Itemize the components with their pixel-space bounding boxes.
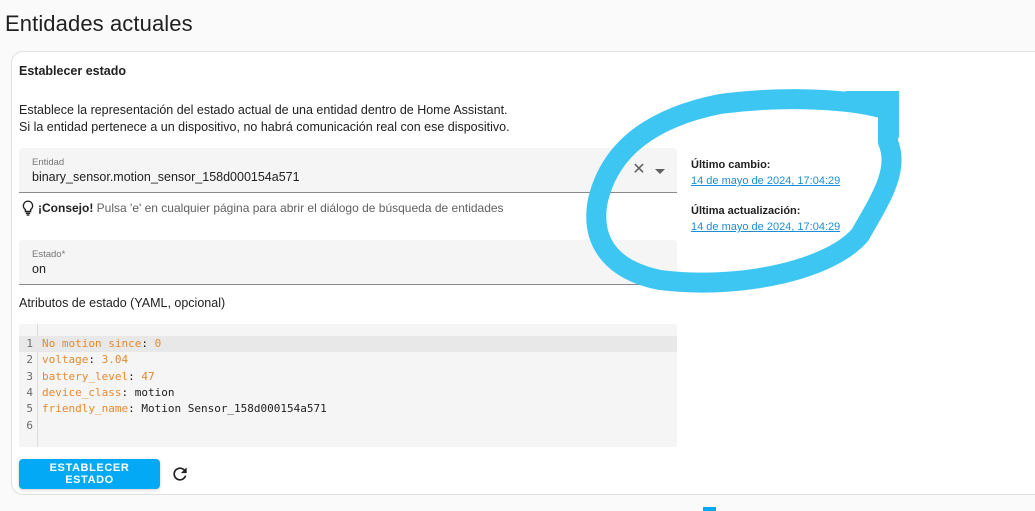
line-number: 5 bbox=[26, 402, 33, 416]
yaml-separator: : bbox=[88, 353, 102, 367]
yaml-value: 0 bbox=[154, 337, 162, 350]
refresh-button[interactable] bbox=[170, 464, 190, 484]
description-line-1: Establece la representación del estado a… bbox=[19, 103, 508, 117]
yaml-separator: : bbox=[121, 385, 135, 399]
yaml-key: voltage bbox=[42, 353, 89, 367]
clear-icon[interactable]: ✕ bbox=[631, 162, 647, 178]
yaml-line[interactable]: 2 voltage: 3.04 bbox=[19, 352, 677, 368]
yaml-editor[interactable]: 1 No motion since: 0 2 voltage: 3.04 3 batter… bbox=[19, 324, 677, 447]
yaml-value: 3.04 bbox=[101, 353, 129, 367]
line-number: 6 bbox=[26, 418, 33, 432]
yaml-key: battery_level bbox=[42, 369, 129, 383]
entity-picker[interactable]: Entidad binary_sensor.motion_sensor_158d… bbox=[19, 148, 677, 193]
yaml-line[interactable]: 1 No motion since: 0 bbox=[19, 336, 677, 352]
tip-bold: ¡Consejo! bbox=[38, 201, 94, 215]
last-changed-link[interactable]: 14 de mayo de 2024, 17:04:29 bbox=[691, 175, 840, 187]
yaml-code: battery_level: 47 bbox=[42, 369, 155, 385]
yaml-value: motion bbox=[134, 385, 175, 399]
card-title: Establecer estado bbox=[19, 64, 126, 78]
entity-picker-value[interactable]: binary_sensor.motion_sensor_158d000154a5… bbox=[32, 170, 300, 184]
page-title: Entidades actuales bbox=[5, 11, 193, 36]
state-input[interactable]: Estado* on bbox=[19, 240, 677, 285]
yaml-separator: : bbox=[128, 369, 142, 383]
yaml-code: No motion since: 0 bbox=[42, 336, 161, 352]
yaml-code: device_class: motion bbox=[42, 385, 174, 401]
yaml-line[interactable]: 4 device_class: motion bbox=[19, 385, 677, 401]
card-description: Establece la representación del estado a… bbox=[19, 102, 659, 136]
line-number: 1 bbox=[26, 337, 33, 350]
set-state-button[interactable]: ESTABLECER ESTADO bbox=[19, 459, 160, 489]
description-line-2: Si la entidad pertenece a un dispositivo… bbox=[19, 120, 510, 134]
yaml-separator: : bbox=[141, 337, 155, 350]
tip-hint: ¡Consejo! Pulsa 'e' en cualquier página … bbox=[21, 200, 504, 216]
last-updated: Última actualización: 14 de mayo de 2024… bbox=[691, 205, 840, 233]
last-changed: Último cambio: 14 de mayo de 2024, 17:04… bbox=[691, 159, 840, 187]
tip-text: Pulsa 'e' en cualquier página para abrir… bbox=[93, 201, 504, 215]
yaml-key: No motion since bbox=[42, 337, 142, 350]
last-updated-link[interactable]: 14 de mayo de 2024, 17:04:29 bbox=[691, 221, 840, 233]
last-changed-label: Último cambio: bbox=[691, 159, 771, 171]
yaml-line[interactable]: 5 friendly_name: Motion Sensor_158d000154… bbox=[19, 401, 677, 417]
yaml-code: friendly_name: Motion Sensor_158d000154a… bbox=[42, 401, 327, 417]
yaml-code: voltage: 3.04 bbox=[42, 352, 128, 368]
last-updated-label: Última actualización: bbox=[691, 205, 801, 217]
state-input-value[interactable]: on bbox=[32, 262, 46, 276]
refresh-icon bbox=[173, 467, 187, 481]
yaml-value: 47 bbox=[141, 369, 155, 383]
line-number: 3 bbox=[26, 369, 33, 383]
state-input-label: Estado* bbox=[32, 249, 66, 260]
line-number: 4 bbox=[26, 385, 33, 399]
attributes-label: Atributos de estado (YAML, opcional) bbox=[19, 296, 226, 310]
yaml-separator: : bbox=[128, 402, 142, 416]
line-number: 2 bbox=[26, 353, 33, 367]
yaml-line[interactable]: 6 bbox=[19, 418, 677, 434]
yaml-key: device_class bbox=[42, 385, 122, 399]
entity-picker-label: Entidad bbox=[32, 157, 65, 168]
yaml-key: friendly_name bbox=[42, 402, 129, 416]
yaml-value: Motion Sensor_158d000154a571 bbox=[141, 402, 327, 416]
lightbulb-icon bbox=[22, 200, 34, 216]
dropdown-arrow-icon[interactable] bbox=[655, 169, 665, 174]
yaml-line[interactable]: 3 battery_level: 47 bbox=[19, 369, 677, 385]
scroll-indicator bbox=[703, 507, 716, 511]
